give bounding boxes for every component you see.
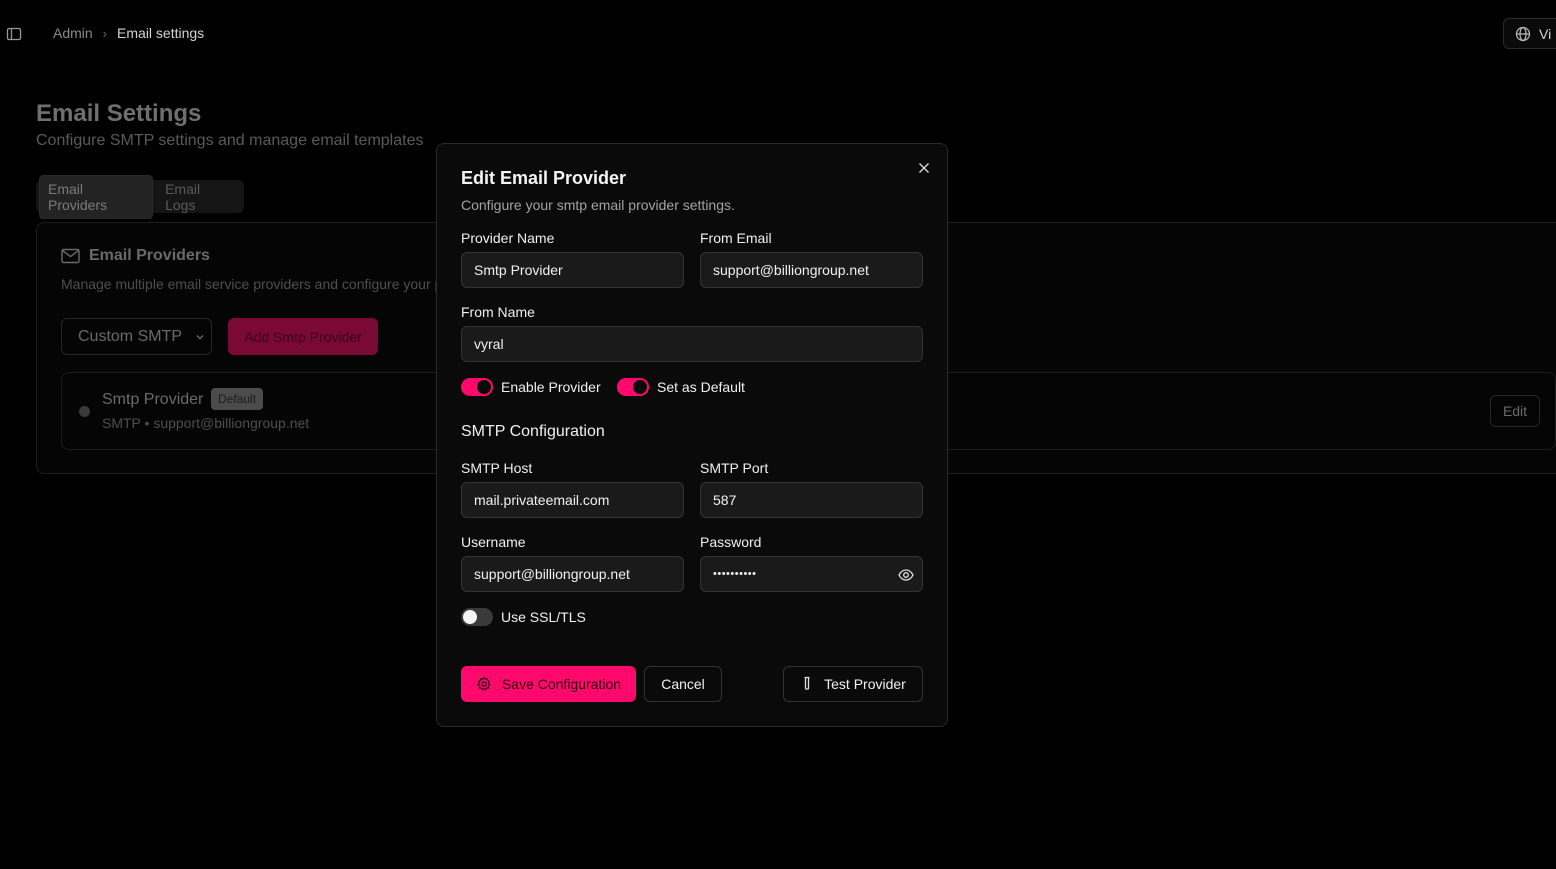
toggle-knob <box>463 610 477 624</box>
tab-email-providers[interactable]: Email Providers <box>39 174 154 219</box>
set-default-toggle[interactable] <box>617 378 649 396</box>
top-bar: Admin › Email settings Vi <box>0 0 1556 68</box>
chevron-right-icon: › <box>102 25 108 41</box>
username-label: Username <box>461 534 526 550</box>
smtp-host-input[interactable]: mail.privateemail.com <box>461 482 684 518</box>
from-email-label: From Email <box>700 230 772 246</box>
toggle-knob <box>633 380 647 394</box>
eye-icon[interactable] <box>898 567 914 583</box>
tab-email-logs[interactable]: Email Logs <box>157 176 241 218</box>
page-title: Email Settings <box>36 100 202 127</box>
status-dot <box>79 406 90 417</box>
provider-meta: SMTP • support@billiongroup.net <box>102 415 310 431</box>
password-field[interactable]: •••••••••• <box>700 556 923 592</box>
add-smtp-provider-button[interactable]: Add Smtp Provider <box>228 318 378 355</box>
username-input[interactable]: support@billiongroup.net <box>461 556 684 592</box>
globe-icon <box>1515 26 1531 41</box>
mail-icon <box>61 248 80 264</box>
language-label: Vi <box>1539 25 1552 42</box>
provider-name: Smtp Provider <box>102 391 204 408</box>
edit-provider-button[interactable]: Edit <box>1490 395 1540 427</box>
test-provider-label: Test Provider <box>824 676 906 692</box>
save-configuration-button[interactable]: Save Configuration <box>461 666 636 702</box>
card-title-text: Email Providers <box>89 247 210 264</box>
provider-name-input[interactable]: Smtp Provider <box>461 252 684 288</box>
language-button[interactable]: Vi <box>1503 18 1556 49</box>
toggle-knob <box>477 380 491 394</box>
smtp-configuration-title: SMTP Configuration <box>461 423 605 440</box>
close-icon[interactable] <box>917 161 931 175</box>
dialog-title: Edit Email Provider <box>461 168 627 188</box>
test-provider-button[interactable]: Test Provider <box>783 666 923 702</box>
cancel-button[interactable]: Cancel <box>644 666 722 702</box>
from-name-label: From Name <box>461 304 535 320</box>
from-name-input[interactable]: vyral <box>461 326 923 362</box>
sidebar-toggle-icon[interactable] <box>6 26 22 42</box>
password-value: •••••••••• <box>713 568 757 580</box>
breadcrumb-current: Email settings <box>117 25 205 41</box>
gear-icon <box>477 676 491 691</box>
breadcrumb: Admin › Email settings <box>53 25 204 41</box>
set-default-label: Set as Default <box>657 379 745 395</box>
password-label: Password <box>700 534 762 550</box>
provider-name-label: Provider Name <box>461 230 555 246</box>
card-subtitle: Manage multiple email service providers … <box>61 276 443 292</box>
save-configuration-label: Save Configuration <box>501 676 622 692</box>
page-subtitle: Configure SMTP settings and manage email… <box>36 132 424 149</box>
smtp-port-input[interactable]: 587 <box>700 482 923 518</box>
enable-provider-toggle[interactable] <box>461 378 493 396</box>
chevron-down-icon <box>196 334 204 339</box>
provider-type-select[interactable]: Custom SMTP <box>61 318 212 355</box>
from-email-input[interactable]: support@billiongroup.net <box>700 252 923 288</box>
smtp-host-label: SMTP Host <box>461 460 533 476</box>
breadcrumb-admin[interactable]: Admin <box>53 25 93 41</box>
use-ssl-toggle[interactable] <box>461 608 493 626</box>
test-tube-icon <box>804 676 810 690</box>
tab-list: Email Providers Email Logs <box>36 174 244 219</box>
provider-type-value: Custom SMTP <box>78 327 183 345</box>
use-ssl-label: Use SSL/TLS <box>501 609 586 625</box>
card-title: Email Providers <box>61 247 210 265</box>
enable-provider-label: Enable Provider <box>501 379 601 395</box>
smtp-port-label: SMTP Port <box>700 460 769 476</box>
dialog-description: Configure your smtp email provider setti… <box>461 197 735 213</box>
default-badge: Default <box>211 388 264 410</box>
edit-provider-dialog: Edit Email Provider Configure your smtp … <box>436 143 948 727</box>
